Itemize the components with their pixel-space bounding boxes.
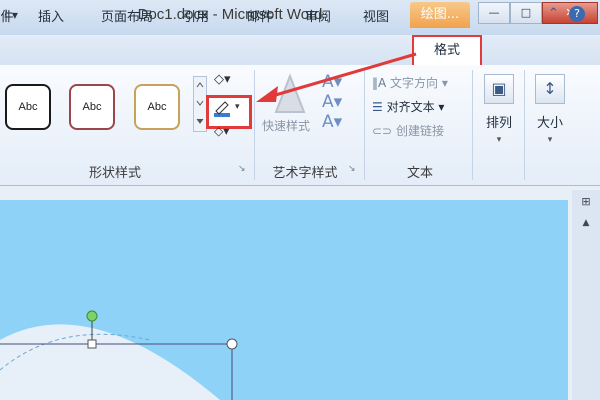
gallery-scroll[interactable] (193, 76, 207, 132)
rotate-handle[interactable] (86, 310, 98, 322)
group-label-text: 文本 (406, 166, 433, 181)
dialog-launcher-icon[interactable]: ↘ (238, 164, 248, 174)
group-divider (524, 70, 525, 180)
selected-shape[interactable] (0, 300, 300, 400)
help-icon[interactable]: ? (569, 6, 586, 22)
maximize-button[interactable]: □ (510, 2, 542, 24)
tab-review[interactable]: 审阅 (298, 6, 338, 26)
tab-page-layout[interactable]: 页面布局 (92, 6, 162, 26)
group-label-shape-styles: 形状样式 (88, 166, 141, 181)
scroll-up-icon[interactable]: ▲ (577, 218, 595, 232)
arrange-button[interactable]: ▣ 排列 ▾ (479, 74, 519, 145)
context-tab-drawing-tools[interactable]: 绘图... (410, 2, 470, 28)
ruler-toggle-icon[interactable]: ⊞ (577, 195, 595, 211)
tab-file[interactable]: 件 (0, 6, 14, 26)
resize-handle[interactable] (87, 339, 97, 349)
minimize-button[interactable]: — (478, 2, 510, 24)
pen-icon (214, 101, 230, 117)
resize-handle[interactable] (226, 338, 238, 350)
collapse-ribbon-icon[interactable]: ⌃ (548, 6, 559, 21)
quick-styles-button[interactable]: 快速样式 (262, 117, 322, 135)
link-icon: ⊂⊃ (372, 124, 396, 138)
ribbon-help-area: ⌃ ? (548, 6, 596, 26)
text-effects-icon[interactable]: A▾ (322, 112, 358, 132)
chevron-down-icon: ▾ (235, 102, 240, 112)
shape-style-1[interactable]: Abc (5, 84, 51, 130)
group-label-wordart: 艺术字样式 (272, 166, 338, 181)
tab-insert[interactable]: 插入 (28, 6, 74, 26)
tab-mailings[interactable]: 邮件 (240, 6, 280, 26)
shape-effects-button[interactable]: ◇▾ (214, 124, 244, 142)
size-button[interactable]: ↕ 大小 ▾ (530, 74, 570, 145)
chevron-down-icon: ▾ (496, 135, 502, 145)
shape-fill-button[interactable]: ◇▾ (214, 72, 244, 92)
annotation-arrow (256, 52, 417, 102)
shape-style-2[interactable]: Abc (69, 84, 115, 130)
dialog-launcher-icon[interactable]: ↘ (348, 164, 358, 174)
gallery-arrows-icon (196, 82, 204, 124)
tab-references[interactable]: 引用 (176, 6, 216, 26)
group-divider (472, 70, 473, 180)
size-icon: ↕ (535, 74, 565, 104)
tab-view[interactable]: 视图 (356, 6, 396, 26)
create-link-button[interactable]: ⊂⊃ 创建链接 (372, 122, 472, 142)
shape-style-3[interactable]: Abc (134, 84, 180, 130)
arrange-icon: ▣ (484, 74, 514, 104)
chevron-down-icon: ▾ (547, 135, 553, 145)
